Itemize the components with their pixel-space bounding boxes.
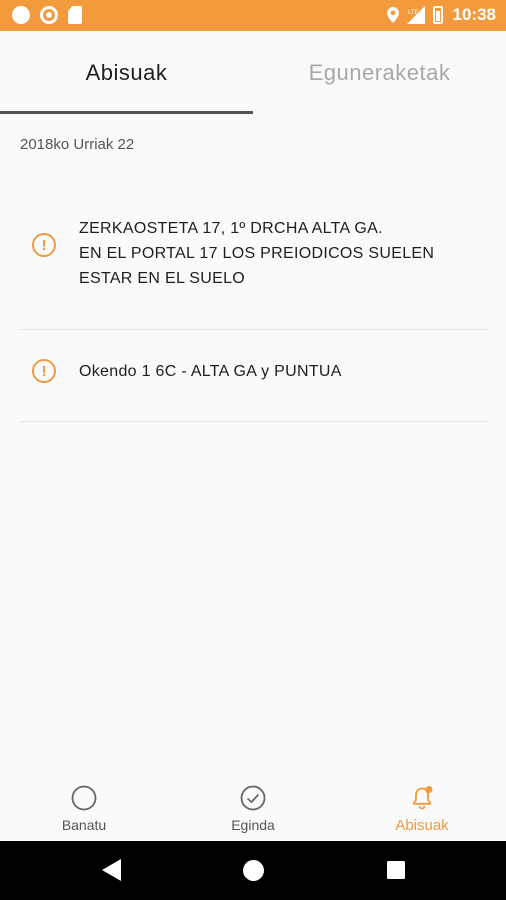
nav-abisuak[interactable]: Abisuak [362,775,482,841]
alert-circle-icon: ! [32,233,56,257]
list-item[interactable]: ! ZERKAOSTETA 17, 1º DRCHA ALTA GA. EN E… [20,195,487,330]
back-icon[interactable] [102,859,122,881]
notification-dot-icon [12,6,30,24]
bottom-navigation: Banatu Eginda Abisuak [0,775,506,841]
alert-text: Okendo 1 6C - ALTA GA y PUNTUA [79,363,342,380]
circle-icon [71,785,97,811]
status-bar: LTE 10:38 [0,0,506,31]
nav-label: Eginda [231,817,275,833]
recents-icon[interactable] [387,861,405,879]
system-navigation-bar [0,841,506,900]
location-icon [386,7,399,23]
alert-text: ZERKAOSTETA 17, 1º DRCHA ALTA GA. EN EL … [79,220,435,287]
home-icon[interactable] [243,860,264,881]
sim-card-icon [68,6,82,24]
tab-bar: Abisuak Eguneraketak [0,31,506,115]
tab-eguneraketak[interactable]: Eguneraketak [253,31,506,115]
alert-circle-icon: ! [32,359,56,383]
active-tab-indicator [0,111,253,114]
notification-ring-icon [40,6,58,24]
list-item[interactable]: ! Okendo 1 6C - ALTA GA y PUNTUA [20,330,487,422]
nav-eginda[interactable]: Eginda [193,775,313,841]
tab-abisuak[interactable]: Abisuak [0,31,253,115]
nav-label: Banatu [61,817,107,833]
notification-icons [12,6,82,24]
date-header: 2018ko Urriak 22 [20,136,135,153]
battery-icon [432,6,443,24]
nav-label: Abisuak [395,817,449,834]
clock: 10:38 [452,5,496,24]
bell-icon [412,786,433,810]
nav-banatu[interactable]: Banatu [24,775,144,841]
signal-icon: LTE [406,6,425,24]
system-icons: LTE 10:38 [386,4,496,26]
network-type-label: LTE [408,10,419,16]
check-circle-icon [240,785,266,811]
